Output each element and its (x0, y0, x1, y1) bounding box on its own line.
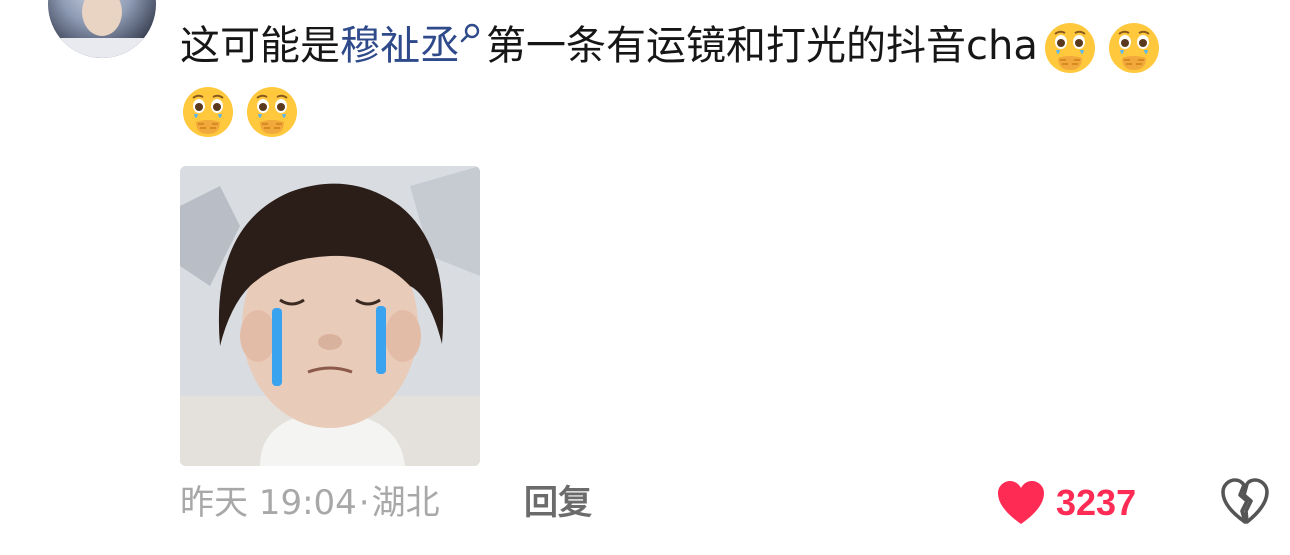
broken-heart-icon[interactable] (1220, 478, 1270, 526)
face-holding-back-tears-emoji-icon (1044, 23, 1095, 73)
avatar[interactable] (48, 0, 156, 58)
like-button[interactable]: 3237 (996, 476, 1136, 530)
heart-icon (998, 481, 1044, 524)
like-count: 3237 (1056, 482, 1137, 523)
reply-button[interactable]: 回复 (524, 478, 592, 528)
face-holding-back-tears-emoji-icon (247, 87, 297, 137)
face-holding-back-tears-emoji-icon (183, 87, 233, 137)
crying-child-photo (180, 166, 480, 466)
comment-text-before: 这可能是 (180, 23, 340, 69)
comment-meta: 昨天 19:04·湖北 (180, 478, 440, 528)
face-holding-back-tears-emoji-icon (1108, 23, 1159, 73)
comment-text-after: 第一条有运镜和打光的抖音cha (486, 23, 1038, 69)
meta-separator: · (358, 483, 370, 523)
comment-image[interactable] (180, 166, 480, 466)
comment-item: 这可能是穆祉丞 第一条有运镜和打光的抖音cha 昨天 19:04·湖北 回复 3… (0, 0, 1290, 555)
comment-text: 这可能是穆祉丞 第一条有运镜和打光的抖音cha (180, 14, 1260, 142)
avatar-image (58, 0, 146, 58)
mention-link[interactable]: 穆祉丞 (340, 23, 460, 69)
comment-location: 湖北 (371, 483, 440, 523)
search-icon[interactable] (460, 22, 482, 44)
comment-time: 昨天 19:04 (180, 483, 357, 523)
